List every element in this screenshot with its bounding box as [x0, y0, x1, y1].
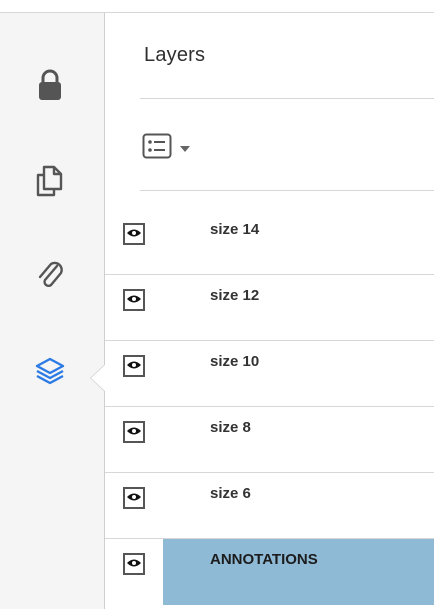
layers-panel-window: Layers size 14 size 12 size 10 size 8 si… [0, 0, 434, 609]
layer-name: size 8 [210, 419, 251, 436]
lock-icon [37, 68, 63, 102]
layer-name: size 6 [210, 485, 251, 502]
visibility-toggle[interactable] [123, 553, 145, 575]
attachments-button[interactable] [30, 253, 70, 293]
layer-row[interactable]: size 8 [105, 407, 434, 473]
layer-row[interactable]: size 12 [105, 275, 434, 341]
visibility-toggle[interactable] [123, 487, 145, 509]
lock-button[interactable] [30, 65, 70, 105]
layer-options-button[interactable] [142, 133, 214, 164]
layers-button[interactable] [30, 351, 70, 391]
header-divider [140, 98, 434, 99]
eye-icon [127, 423, 141, 441]
layer-list: size 14 size 12 size 10 size 8 size 6 AN… [105, 209, 434, 605]
page-thumbnails-button[interactable] [30, 161, 70, 201]
layer-name: size 12 [210, 287, 260, 304]
eye-icon [127, 489, 141, 507]
layer-name: size 14 [210, 221, 260, 238]
attachment-icon [36, 256, 64, 290]
visibility-toggle[interactable] [123, 421, 145, 443]
visibility-toggle[interactable] [123, 223, 145, 245]
eye-icon [127, 291, 141, 309]
panel-title: Layers [144, 44, 206, 66]
layer-row[interactable]: size 6 [105, 473, 434, 539]
visibility-toggle[interactable] [123, 289, 145, 311]
left-tool-rail [0, 13, 104, 609]
layer-row-selected[interactable]: ANNOTATIONS [105, 539, 434, 605]
active-tab-pointer [90, 364, 105, 392]
eye-icon [127, 555, 141, 573]
pages-icon [35, 164, 65, 198]
selection-highlight [163, 539, 434, 605]
chevron-down-icon [180, 139, 190, 157]
layer-name: ANNOTATIONS [210, 551, 318, 568]
eye-icon [127, 225, 141, 243]
layer-row[interactable]: size 14 [105, 209, 434, 275]
list-options-icon [142, 133, 172, 164]
layer-row[interactable]: size 10 [105, 341, 434, 407]
toolbar-divider [140, 190, 434, 191]
eye-icon [127, 357, 141, 375]
visibility-toggle[interactable] [123, 355, 145, 377]
layer-name: size 10 [210, 353, 260, 370]
layers-icon [34, 355, 66, 387]
